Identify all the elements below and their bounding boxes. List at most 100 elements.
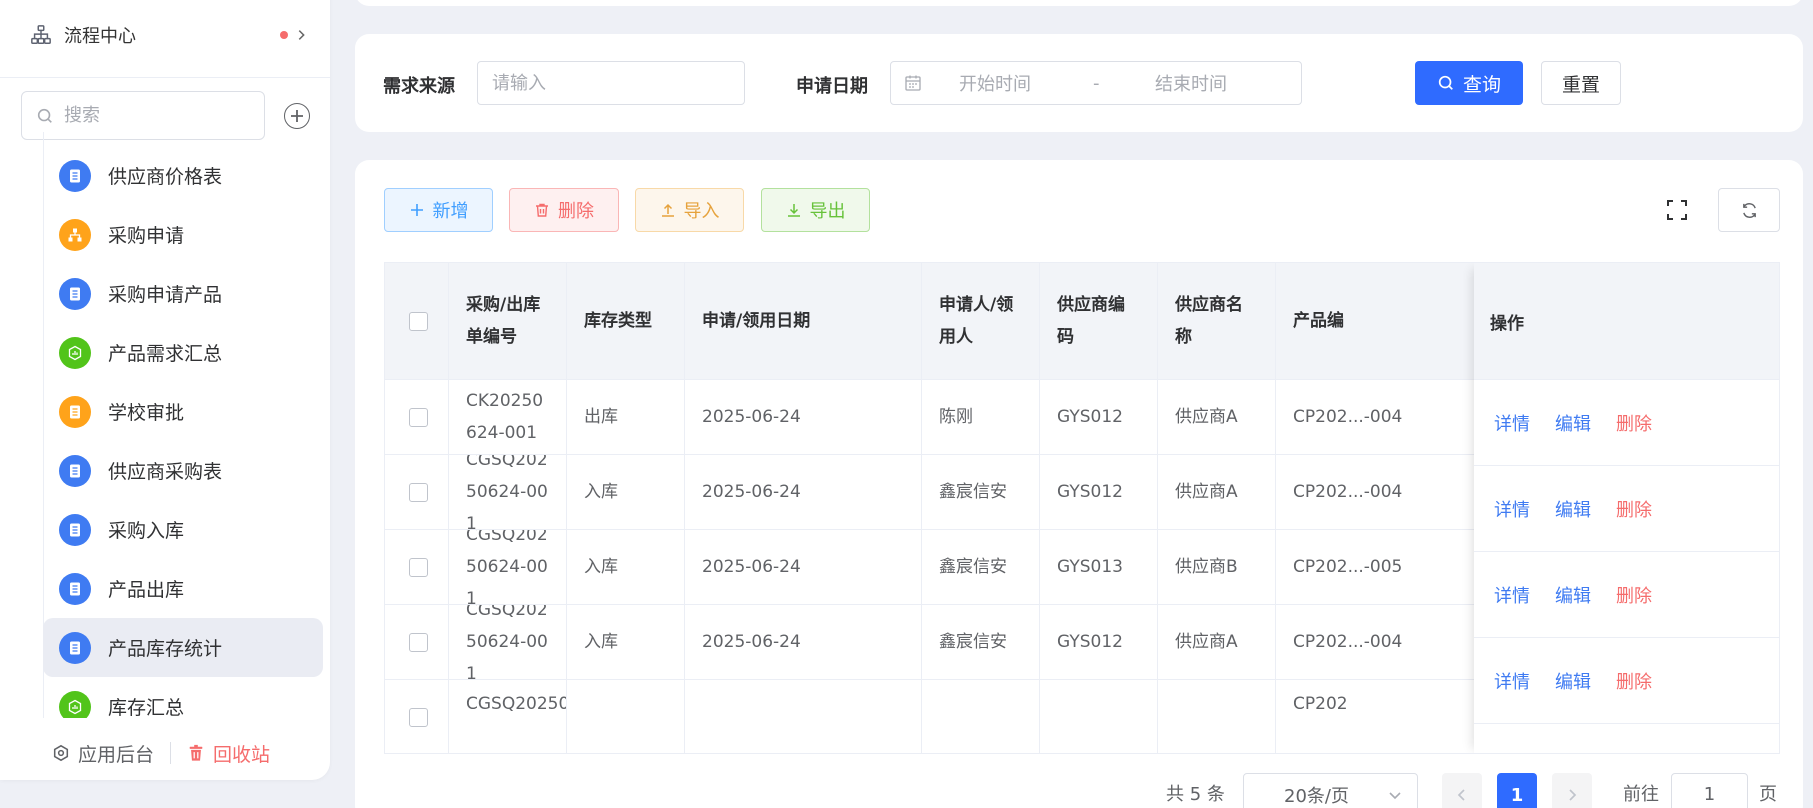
- table-cell-supplier-name: 供应商A: [1158, 380, 1276, 454]
- checkbox-cell: [385, 530, 449, 604]
- document-icon: [59, 159, 91, 192]
- delete-link[interactable]: 删除: [1616, 582, 1652, 608]
- source-input[interactable]: [492, 72, 732, 94]
- goto-page-input[interactable]: 1: [1671, 773, 1748, 808]
- chevron-down-icon: [1389, 792, 1401, 800]
- export-button-label: 导出: [809, 201, 846, 222]
- document-icon: [59, 572, 91, 605]
- table-cell-supplier-code: GYS012: [1040, 605, 1158, 679]
- import-button-label: 导入: [683, 201, 720, 222]
- date-range-picker[interactable]: 开始时间 - 结束时间: [890, 61, 1302, 105]
- chevron-right-icon: [298, 30, 305, 40]
- table-cell: CGSQ20250: [449, 680, 567, 753]
- search-icon: [1438, 75, 1453, 90]
- flow-center-entry[interactable]: 流程中心: [0, 12, 330, 58]
- row-checkbox[interactable]: [409, 482, 428, 502]
- source-field[interactable]: [477, 61, 745, 105]
- export-button[interactable]: 导出: [761, 188, 870, 232]
- add-button[interactable]: 新增: [384, 188, 493, 232]
- reset-button[interactable]: 重置: [1541, 61, 1621, 105]
- query-button-label: 查询: [1462, 73, 1501, 96]
- delete-link[interactable]: 删除: [1616, 410, 1652, 436]
- app-admin-link[interactable]: 应用后台: [52, 740, 154, 767]
- sidebar-item-label: 采购申请: [108, 225, 185, 247]
- sidebar-item-label: 产品库存统计: [108, 638, 223, 660]
- sidebar: 流程中心 供应商价格表采购申请采购申请产品产品需求汇总学校审批供应商采购表采购入…: [0, 0, 330, 780]
- edit-link[interactable]: 编辑: [1555, 582, 1591, 608]
- detail-link[interactable]: 详情: [1494, 668, 1530, 694]
- fullscreen-icon[interactable]: [1666, 199, 1688, 221]
- sidebar-item[interactable]: 产品库存统计: [43, 618, 323, 677]
- table-cell-order-no: CGSQ20250624-001: [449, 455, 567, 529]
- date-label: 申请日期: [796, 76, 868, 97]
- sidebar-item[interactable]: 供应商采购表: [43, 441, 323, 500]
- edit-link[interactable]: 编辑: [1555, 496, 1591, 522]
- chevron-left-icon: [1457, 789, 1465, 801]
- sidebar-item[interactable]: 产品出库: [43, 559, 323, 618]
- sidebar-item[interactable]: 库存汇总: [43, 677, 323, 718]
- detail-link[interactable]: 详情: [1494, 582, 1530, 608]
- document-icon: [59, 513, 91, 546]
- page-size-value: 20条/页: [1284, 786, 1349, 807]
- table-cell: [1040, 680, 1158, 753]
- sidebar-item[interactable]: 供应商价格表: [43, 146, 323, 205]
- checkbox-cell: [385, 680, 449, 753]
- detail-link[interactable]: 详情: [1494, 410, 1530, 436]
- pagination-total: 共 5 条: [1166, 784, 1225, 805]
- delete-link[interactable]: 删除: [1616, 496, 1652, 522]
- filter-bar: 需求来源 申请日期 开始时间 - 结束时间 查询 重置: [355, 34, 1803, 132]
- query-button[interactable]: 查询: [1415, 61, 1523, 105]
- delete-button[interactable]: 删除: [509, 188, 619, 232]
- table-cell: [1158, 680, 1276, 753]
- table-cell-supplier-name: 供应商B: [1158, 530, 1276, 604]
- range-separator: -: [1093, 72, 1100, 94]
- add-app-button[interactable]: [284, 103, 310, 129]
- page-button-current[interactable]: 1: [1497, 773, 1537, 808]
- row-actions: 详情 编辑 删除: [1474, 466, 1779, 552]
- edit-link[interactable]: 编辑: [1555, 668, 1591, 694]
- document-icon: [59, 277, 91, 310]
- delete-link[interactable]: 删除: [1616, 668, 1652, 694]
- recycle-bin-label: 回收站: [213, 743, 271, 766]
- select-all-checkbox[interactable]: [409, 311, 428, 331]
- column-header-actions: 操作: [1474, 263, 1779, 380]
- next-page-button[interactable]: [1552, 773, 1592, 808]
- sidebar-item[interactable]: 产品需求汇总: [43, 323, 323, 382]
- column-header-order-no: 采购/出库单编号: [449, 263, 567, 379]
- reset-button-label: 重置: [1561, 73, 1600, 96]
- sidebar-search-input[interactable]: [64, 105, 234, 126]
- sidebar-search[interactable]: [21, 91, 265, 140]
- table-cell-person: 鑫宸信安: [922, 455, 1040, 529]
- edit-link[interactable]: 编辑: [1555, 410, 1591, 436]
- end-date-placeholder[interactable]: 结束时间: [1155, 70, 1227, 96]
- column-header-person: 申请人/领用人: [922, 263, 1040, 379]
- refresh-button[interactable]: [1718, 188, 1780, 232]
- row-checkbox[interactable]: [409, 632, 428, 652]
- table-card: 新增 删除 导入 导出 采购/出库单编号 库存类型 申请/领用日期 申请人/领用人 供应…: [355, 160, 1803, 808]
- refresh-icon: [1742, 202, 1756, 218]
- row-checkbox[interactable]: [409, 707, 428, 727]
- recycle-bin-link[interactable]: 回收站: [187, 740, 270, 767]
- page-size-select[interactable]: 20条/页: [1243, 773, 1418, 808]
- calendar-icon: [905, 75, 921, 91]
- sidebar-item[interactable]: 学校审批: [43, 382, 323, 441]
- org-chart-icon: [31, 25, 51, 44]
- import-button[interactable]: 导入: [635, 188, 744, 232]
- detail-link[interactable]: 详情: [1494, 496, 1530, 522]
- row-checkbox[interactable]: [409, 557, 428, 577]
- top-card-strip: [355, 0, 1803, 6]
- notification-dot: [280, 31, 288, 39]
- app-admin-label: 应用后台: [78, 743, 155, 766]
- chart-icon: [59, 690, 91, 718]
- sidebar-item[interactable]: 采购入库: [43, 500, 323, 559]
- sidebar-item[interactable]: 采购申请: [43, 205, 323, 264]
- chevron-right-icon: [1569, 789, 1577, 801]
- prev-page-button[interactable]: [1442, 773, 1482, 808]
- add-button-label: 新增: [432, 201, 469, 222]
- column-header-supplier-code: 供应商编码: [1040, 263, 1158, 379]
- start-date-placeholder[interactable]: 开始时间: [959, 70, 1031, 96]
- table-cell-date: 2025-06-24: [685, 455, 922, 529]
- row-checkbox[interactable]: [409, 407, 428, 427]
- sidebar-item[interactable]: 采购申请产品: [43, 264, 323, 323]
- table-cell-order-no: CK20250624-001: [449, 380, 567, 454]
